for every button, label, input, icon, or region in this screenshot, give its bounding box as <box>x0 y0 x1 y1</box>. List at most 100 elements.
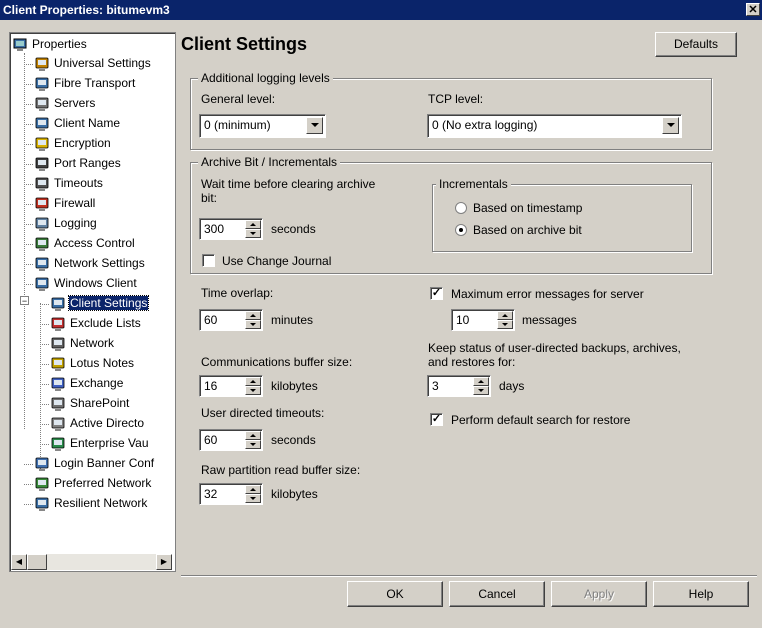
user-timeouts-stepper[interactable]: 60 <box>199 429 263 451</box>
tree-item-login-banner-conf[interactable]: Login Banner Conf <box>34 454 155 473</box>
tree-item-access-control[interactable]: Access Control <box>34 234 136 253</box>
spin-up-button[interactable] <box>497 311 513 320</box>
scroll-thumb[interactable] <box>27 554 47 570</box>
spin-down-button[interactable] <box>245 386 261 395</box>
radio-archive-bit[interactable] <box>455 224 467 236</box>
tree-item-label: Preferred Network <box>54 476 152 491</box>
comm-buffer-unit: kilobytes <box>271 379 318 393</box>
exchange-icon <box>51 377 65 391</box>
time-overlap-stepper[interactable]: 60 <box>199 309 263 331</box>
tree-connector <box>24 124 33 125</box>
check-icon: ✓ <box>431 413 442 425</box>
scroll-left-button[interactable]: ◀ <box>11 554 27 570</box>
keep-status-stepper[interactable]: 3 <box>427 375 491 397</box>
radio-timestamp[interactable] <box>455 202 467 214</box>
raw-partition-unit: kilobytes <box>271 487 318 501</box>
spin-down-button[interactable] <box>245 229 261 238</box>
tree-item-timeouts[interactable]: Timeouts <box>34 174 104 193</box>
max-errors-stepper[interactable]: 10 <box>451 309 515 331</box>
spin-up-button[interactable] <box>245 485 261 494</box>
tree-item-servers[interactable]: Servers <box>34 94 96 113</box>
tree-item-client-settings[interactable]: Client Settings <box>50 294 150 313</box>
tree-item-fibre-transport[interactable]: Fibre Transport <box>34 74 136 93</box>
tree-item-client-name[interactable]: Client Name <box>34 114 121 133</box>
spin-down-button[interactable] <box>473 386 489 395</box>
tree-horizontal-scrollbar[interactable]: ◀ ▶ <box>11 554 172 570</box>
default-search-checkbox[interactable]: ✓ <box>430 413 443 426</box>
tree-connector <box>24 144 33 145</box>
port-icon <box>35 157 49 171</box>
apply-button[interactable]: Apply <box>551 581 647 607</box>
spin-down-button[interactable] <box>245 320 261 329</box>
raw-partition-label: Raw partition read buffer size: <box>201 463 361 477</box>
chevron-down-icon[interactable] <box>662 117 679 134</box>
max-errors-label: Maximum error messages for server <box>451 287 644 301</box>
chevron-down-icon[interactable] <box>306 117 323 134</box>
tree-item-universal-settings[interactable]: Universal Settings <box>34 54 152 73</box>
tree-connector <box>24 264 33 265</box>
cancel-button[interactable]: Cancel <box>449 581 545 607</box>
tree-item-windows-client[interactable]: Windows Client <box>34 274 138 293</box>
tree-item-label: Exclude Lists <box>70 316 141 331</box>
tree-item-network-settings[interactable]: Network Settings <box>34 254 146 273</box>
log-icon <box>35 217 49 231</box>
spin-up-button[interactable] <box>245 431 261 440</box>
network-icon <box>35 257 49 271</box>
comm-buffer-stepper[interactable]: 16 <box>199 375 263 397</box>
spin-up-button[interactable] <box>473 377 489 386</box>
tree-connector <box>40 404 49 405</box>
wait-time-label: Wait time before clearing archive <box>201 177 376 191</box>
tree-item-label: Port Ranges <box>54 156 121 171</box>
tree-connector <box>40 364 49 365</box>
spin-down-button[interactable] <box>497 320 513 329</box>
resilient-network-icon <box>35 497 49 511</box>
wait-time-stepper[interactable]: 300 <box>199 218 263 240</box>
tree-item-firewall[interactable]: Firewall <box>34 194 96 213</box>
tree-item-preferred-network[interactable]: Preferred Network <box>34 474 152 493</box>
spin-up-button[interactable] <box>245 220 261 229</box>
spin-down-button[interactable] <box>245 494 261 503</box>
tree-item-sharepoint[interactable]: SharePoint <box>50 394 130 413</box>
change-journal-checkbox[interactable] <box>202 254 215 267</box>
spin-up-button[interactable] <box>245 311 261 320</box>
properties-tree[interactable]: Properties Universal Settings Fibre Trans… <box>9 32 176 572</box>
tree-item-label: Windows Client <box>54 276 137 291</box>
server-icon <box>35 97 49 111</box>
exclude-icon <box>51 317 65 331</box>
tree-item-active-directo[interactable]: Active Directo <box>50 414 145 433</box>
keep-status-label-2: and restores for: <box>428 355 516 369</box>
tree-item-exchange[interactable]: Exchange <box>50 374 124 393</box>
tree-item-label: Universal Settings <box>54 56 151 71</box>
tree-connector <box>24 504 33 505</box>
close-icon: ✕ <box>748 4 758 16</box>
help-button[interactable]: Help <box>653 581 749 607</box>
computer-icon <box>35 117 49 131</box>
raw-partition-stepper[interactable]: 32 <box>199 483 263 505</box>
computer-icon <box>35 77 49 91</box>
tree-item-enterprise-vau[interactable]: Enterprise Vau <box>50 434 150 453</box>
tree-item-lotus-notes[interactable]: Lotus Notes <box>50 354 135 373</box>
tree-item-logging[interactable]: Logging <box>34 214 98 233</box>
tree-item-properties[interactable]: Properties <box>12 35 88 54</box>
collapse-toggle[interactable]: − <box>20 296 29 306</box>
windows-client-icon <box>35 277 49 291</box>
ok-button[interactable]: OK <box>347 581 443 607</box>
defaults-button[interactable]: Defaults <box>655 32 737 57</box>
tree-item-port-ranges[interactable]: Port Ranges <box>34 154 122 173</box>
tree-item-label: Firewall <box>54 196 96 211</box>
directory-icon <box>51 417 65 431</box>
tcp-level-select[interactable]: 0 (No extra logging) <box>427 114 682 138</box>
tree-item-network[interactable]: Network <box>50 334 115 353</box>
general-level-select[interactable]: 0 (minimum) <box>199 114 326 138</box>
tree-item-label: SharePoint <box>70 396 130 411</box>
close-button[interactable]: ✕ <box>746 3 760 16</box>
wait-time-label-2: bit: <box>201 191 218 205</box>
tree-item-resilient-network[interactable]: Resilient Network <box>34 494 148 513</box>
max-errors-checkbox[interactable]: ✓ <box>430 287 443 300</box>
tree-item-exclude-lists[interactable]: Exclude Lists <box>50 314 142 333</box>
spin-up-button[interactable] <box>245 377 261 386</box>
spin-down-button[interactable] <box>245 440 261 449</box>
scroll-right-button[interactable]: ▶ <box>156 554 172 570</box>
tree-item-encryption[interactable]: Encryption <box>34 134 112 153</box>
tree-item-label: Client Name <box>54 116 121 131</box>
